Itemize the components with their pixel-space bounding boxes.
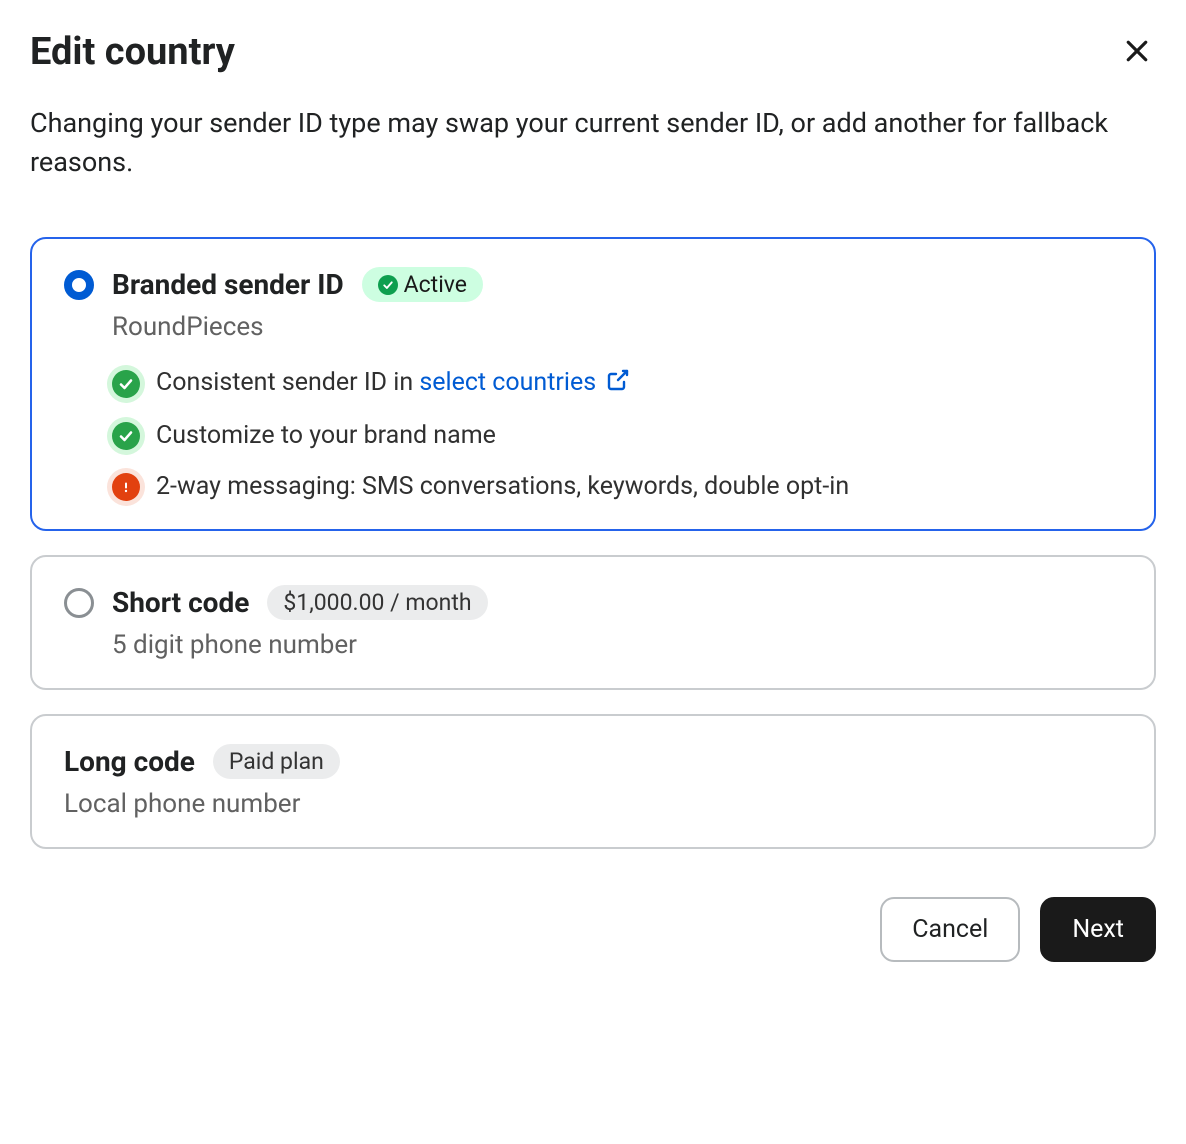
option-branded-sender-id[interactable]: Branded sender ID Active RoundPieces Con…: [30, 237, 1156, 531]
option-subtitle: 5 digit phone number: [112, 630, 1122, 660]
radio-unselected-icon[interactable]: [64, 588, 94, 618]
check-icon: [112, 422, 140, 450]
option-header: Long code Paid plan: [64, 744, 1122, 779]
option-subtitle: RoundPieces: [112, 312, 1122, 342]
option-header: Short code $1,000.00 / month: [64, 585, 1122, 620]
modal-header: Edit country: [30, 30, 1156, 74]
feature-item: Customize to your brand name: [112, 421, 1122, 450]
option-header: Branded sender ID Active: [64, 267, 1122, 302]
feature-item: Consistent sender ID in select countries: [112, 368, 1122, 399]
option-title: Branded sender ID: [112, 268, 344, 301]
cancel-button[interactable]: Cancel: [880, 897, 1020, 962]
feature-item: 2-way messaging: SMS conversations, keyw…: [112, 472, 1122, 501]
check-icon: [112, 370, 140, 398]
check-circle-icon: [378, 275, 398, 295]
option-long-code[interactable]: Long code Paid plan Local phone number: [30, 714, 1156, 849]
badge-label: Active: [404, 271, 467, 298]
feature-list: Consistent sender ID in select countries…: [112, 368, 1122, 501]
feature-text: Consistent sender ID in select countries: [156, 368, 630, 399]
status-badge-active: Active: [362, 267, 483, 302]
select-countries-link[interactable]: select countries: [419, 368, 596, 397]
modal-title: Edit country: [30, 30, 235, 74]
close-button[interactable]: [1118, 32, 1156, 73]
option-short-code[interactable]: Short code $1,000.00 / month 5 digit pho…: [30, 555, 1156, 690]
option-title: Long code: [64, 745, 195, 778]
modal-footer: Cancel Next: [30, 897, 1156, 962]
radio-selected-icon[interactable]: [64, 270, 94, 300]
price-badge: $1,000.00 / month: [267, 585, 487, 620]
alert-icon: [112, 473, 140, 501]
plan-badge: Paid plan: [213, 744, 340, 779]
option-subtitle: Local phone number: [64, 789, 1122, 819]
external-link-icon: [606, 368, 630, 399]
feature-text: 2-way messaging: SMS conversations, keyw…: [156, 472, 849, 501]
option-title: Short code: [112, 586, 249, 619]
next-button[interactable]: Next: [1040, 897, 1156, 962]
modal-description: Changing your sender ID type may swap yo…: [30, 104, 1156, 182]
close-icon: [1122, 36, 1152, 69]
feature-text: Customize to your brand name: [156, 421, 496, 450]
